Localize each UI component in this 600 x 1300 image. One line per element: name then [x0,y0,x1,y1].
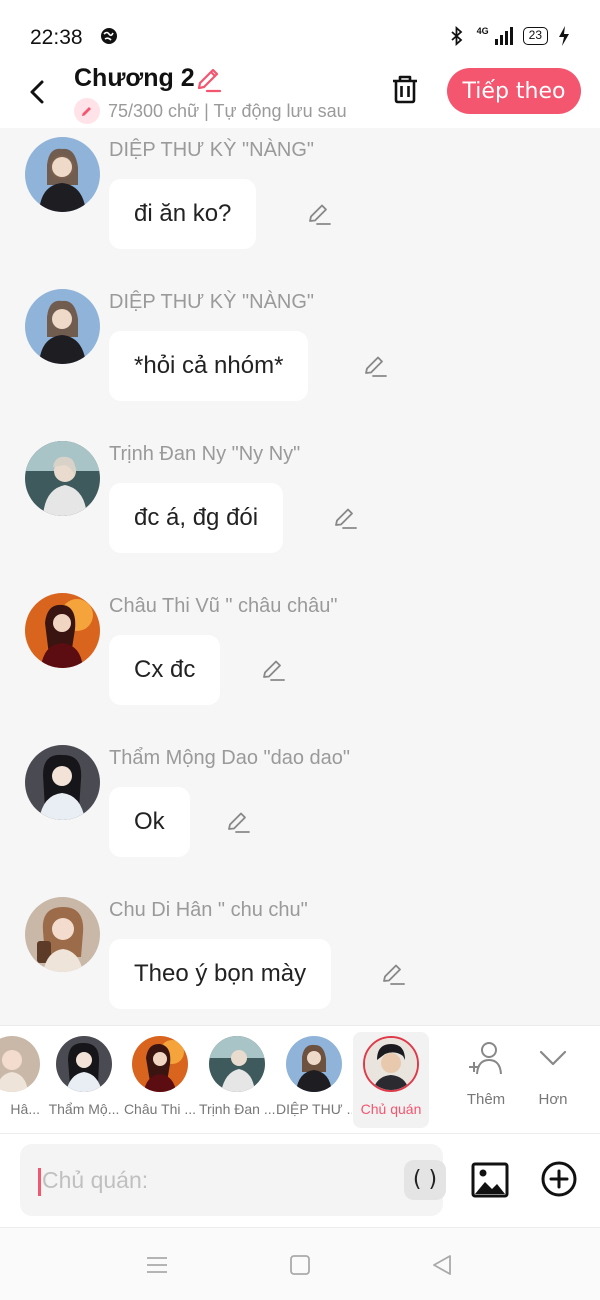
message-bubble[interactable]: Ok [109,787,190,857]
chapter-title: Chương 2 [74,64,195,92]
character-chip[interactable]: Hâ... [0,1036,40,1126]
plus-circle-icon[interactable] [540,1160,578,1198]
character-bar: Hâ... Thẩm Mộ... Châu Thi ... Trịnh Đan … [0,1025,600,1133]
character-label: Thẩm Mộ... [48,1101,120,1117]
avatar [0,1036,40,1092]
character-chip-selected[interactable]: Chủ quán [353,1032,429,1128]
character-chip[interactable]: Châu Thi ... [122,1036,198,1126]
message-item[interactable]: DIỆP THƯ KỲ "NÀNG" đi ăn ko? [0,137,600,289]
avatar[interactable] [25,897,100,972]
avatar[interactable] [25,593,100,668]
status-bar: 22:38 4G 23 [0,0,600,64]
signal-icon [494,27,513,45]
pencil-icon[interactable] [306,201,332,227]
character-chip[interactable]: Thẩm Mộ... [46,1036,122,1126]
avatar[interactable] [25,745,100,820]
vpn-globe-icon [101,28,117,44]
sender-name: Thẩm Mộng Dao "dao dao" [109,747,351,769]
avatar[interactable] [25,137,100,212]
message-bubble[interactable]: đi ăn ko? [109,179,257,249]
charging-icon [559,26,569,46]
pencil-icon[interactable] [332,505,358,531]
menu-icon[interactable] [144,1252,170,1278]
add-character-button[interactable]: Thêm [456,1040,516,1108]
pencil-icon[interactable] [225,809,251,835]
message-input[interactable] [42,1160,382,1200]
composer: ( ) [0,1133,600,1227]
trash-icon[interactable] [388,72,422,106]
pencil-icon[interactable] [260,657,286,683]
bluetooth-icon [451,26,462,46]
message-field[interactable]: ( ) [20,1144,446,1216]
word-count-row: 75/300 chữ | Tự động lưu sau [74,98,360,124]
chevron-down-icon [539,1050,567,1066]
add-label: Thêm [466,1091,506,1108]
avatar [56,1036,112,1092]
avatar [209,1036,265,1092]
back-triangle-icon[interactable] [429,1252,455,1278]
character-label: Chủ quán [360,1101,422,1117]
character-label: Trịnh Đan ... [199,1101,275,1117]
next-button[interactable]: Tiếp theo [447,68,581,114]
message-bubble[interactable]: đc á, đg đói [109,483,284,553]
message-item[interactable]: Trịnh Đan Ny "Ny Ny" đc á, đg đói [0,441,600,593]
editor-header: Chương 2 75/300 chữ | Tự động lưu sau Ti… [0,64,600,128]
image-icon[interactable] [470,1160,510,1200]
sender-name: Châu Thi Vũ " châu châu" [109,595,338,617]
message-item[interactable]: Châu Thi Vũ " châu châu" Cx đc [0,593,600,745]
character-label: Hâ... [10,1101,40,1117]
clock: 22:38 [30,26,83,49]
more-label: Hơn [538,1091,568,1108]
pencil-badge-icon [74,98,100,124]
more-button[interactable]: Hơn [523,1040,583,1108]
avatar [132,1036,188,1092]
pencil-icon[interactable] [362,353,388,379]
character-chip[interactable]: DIỆP THƯ ... [276,1036,352,1126]
pencil-icon[interactable] [380,961,406,987]
parenthesis-button[interactable]: ( ) [404,1160,446,1200]
message-bubble[interactable]: Cx đc [109,635,221,705]
sender-name: Trịnh Đan Ny "Ny Ny" [109,443,301,465]
home-square-icon[interactable] [287,1252,313,1278]
message-bubble[interactable]: Theo ý bọn mày [109,939,332,1009]
avatar [286,1036,342,1092]
character-label: Châu Thi ... [123,1101,197,1117]
message-item[interactable]: DIỆP THƯ KỲ "NÀNG" *hỏi cả nhóm* [0,289,600,441]
battery-indicator: 23 [522,27,548,45]
message-bubble[interactable]: *hỏi cả nhóm* [109,331,309,401]
avatar [363,1036,419,1092]
text-cursor [38,1168,41,1196]
pencil-icon[interactable] [195,66,223,94]
avatar[interactable] [25,289,100,364]
sender-name: DIỆP THƯ KỲ "NÀNG" [109,291,315,313]
sender-name: DIỆP THƯ KỲ "NÀNG" [109,139,315,161]
avatar[interactable] [25,441,100,516]
network-type: 4G [476,26,489,36]
system-navigation-bar [0,1227,600,1300]
add-person-icon [469,1042,502,1075]
status-icons: 4G 23 [447,26,570,46]
sender-name: Chu Di Hân " chu chu" [109,899,308,921]
message-item[interactable]: Thẩm Mộng Dao "dao dao" Ok [0,745,600,897]
character-chip[interactable]: Trịnh Đan ... [199,1036,275,1126]
character-label: DIỆP THƯ ... [276,1101,352,1117]
word-count-text: 75/300 chữ | Tự động lưu sau [108,100,347,121]
back-arrow-icon[interactable] [22,74,52,110]
